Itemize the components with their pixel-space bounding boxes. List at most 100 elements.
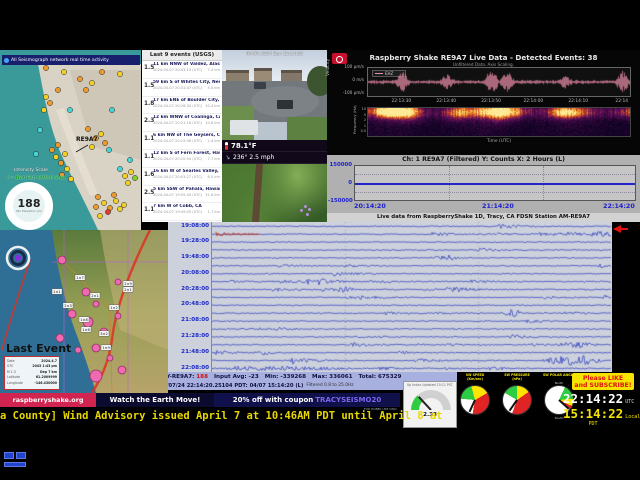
counts-chart-panel: Ch: 1 RE9A7 (Filtered) Y: Counts X: 2 Ho… [327, 155, 640, 222]
wind-value: 236° 2.5 mph [233, 154, 275, 161]
event-depth: 7.7 km [207, 156, 220, 161]
earthquake-marker [41, 107, 47, 113]
tagline-banner: Watch the Earth Move! [96, 393, 214, 407]
quake-cluster-marker [57, 255, 67, 265]
network-icon [4, 57, 9, 63]
event-main: 5 km SSW of Pāhala, Hawaii 2024-04-07 19:… [153, 187, 220, 203]
status-min: Min: -339268 [264, 373, 307, 380]
earthquake-marker [99, 69, 105, 75]
frequency-tick: 5 [363, 112, 366, 117]
weather-strip: 78.1°F → 236° 2.5 mph [222, 140, 327, 164]
event-row: 1.6 16 km W of Searles Valley, CA 2024-04-… [142, 168, 222, 186]
counts-y-tick: 150000 [329, 162, 352, 168]
webcam-timestamp: 04-07-2024 Sun 15:14:20 [246, 52, 303, 57]
earthquake-marker [53, 154, 59, 160]
quake-cluster-marker [91, 343, 101, 353]
earthquake-marker [61, 69, 67, 75]
earthquake-marker [43, 65, 49, 71]
earthquake-marker [105, 209, 111, 215]
status-total: Total: 675329 [358, 373, 402, 380]
event-main: 12 km WNW of Coalinga, CA 2024-04-07 20:2… [153, 115, 220, 131]
status-bar-line2: UTC: 04/07/24 22:14:20.25104 PDT: 04/07 … [140, 381, 403, 390]
earthquake-marker [49, 147, 55, 153]
status-y: Y-RE9A7: 188 [166, 373, 208, 380]
wind-direction-icon: → [223, 153, 232, 162]
time-tick: 22:14 [615, 99, 629, 104]
event-row: 2.3 12 km WNW of Coalinga, CA 2024-04-07 2… [142, 114, 222, 133]
time-tick: 22:14:10 [568, 99, 589, 104]
earthquake-marker [102, 140, 108, 146]
event-depth: 7.4 km [207, 68, 220, 72]
event-depth: 6.5 km [207, 174, 220, 179]
webcam-tree [307, 66, 327, 97]
earthquake-marker [97, 213, 103, 219]
waveform-trace [368, 68, 630, 96]
status-bar-line1: X: 10 Y-RE9A7: 188 Input Avg: -23 Min: -… [140, 372, 457, 381]
velocity-tick: -100 μm/s [342, 90, 364, 95]
helicorder-time-label: 21:28:00 [181, 333, 209, 340]
earthquake-marker [113, 198, 119, 204]
earthquake-marker [64, 166, 70, 172]
earthquake-marker [121, 202, 127, 208]
subscribe-line1: Please LIKE [582, 374, 624, 382]
temperature-value: 78.1°F [231, 141, 257, 150]
earthquake-marker [117, 71, 123, 77]
event-row: 1.112 km S of Fern Forest, Hawaii2024-04… [142, 150, 222, 168]
station-bullseye-icon [5, 245, 31, 271]
quake-cluster-marker [117, 365, 127, 375]
earthquake-marker [85, 126, 91, 132]
earthquake-marker [111, 192, 117, 198]
counts-x-tick: 20:14:20 [354, 202, 386, 210]
cluster-count-label: 2×9 [124, 282, 132, 286]
last-event-key: Longitude [7, 380, 23, 385]
satellite-map-panel: 1×7 2×1 1×1 2×3 1×8 1×6 1×2 3×2 1×9 2×9 2×1 Last E… [0, 230, 168, 393]
tree-trunk [251, 164, 263, 222]
quake-cluster-marker [114, 278, 122, 286]
earthquake-marker [127, 157, 133, 163]
cluster-count-label: 2×1 [124, 288, 132, 292]
event-magnitude: 1.5 [144, 82, 155, 89]
kp-index-header: Kp Index Updated 15:11 PST [407, 383, 453, 387]
helicorder-time-label: 21:08:00 [181, 317, 209, 324]
event-magnitude: 2.3 [144, 118, 155, 125]
frequency-axis-label: Frequency (Hz) [352, 105, 357, 134]
cluster-count-label: 2×1 [91, 294, 99, 298]
event-meta: 2024-04-07 20:43:13 (UTC) 7.4 km [153, 68, 220, 73]
webcam-car [276, 100, 294, 110]
helicorder-time-label: 19:08:00 [181, 222, 209, 229]
event-meta: 2024-04-07 20:15:56 (UTC) 2.4 km [153, 139, 220, 144]
utc-clock: 22:14:22 [563, 391, 624, 406]
event-time: 2024-04-07 20:26:34 (UTC) [153, 103, 203, 108]
event-time: 2024-04-07 20:03:27 (UTC) [153, 174, 203, 179]
intensity-scale-label: Intensity Scale [14, 168, 48, 173]
event-main: 11 km NNW of Valdez, Alaska 2024-04-07 20… [153, 62, 220, 78]
raspberryshake-org-banner: raspberryshake.org [0, 393, 96, 407]
event-row: 1.817 km ENE of Boulder City, Nev...2024… [142, 97, 222, 115]
status-input-avg: Input Avg: -23 [213, 373, 259, 380]
spectrogram-image [368, 108, 630, 136]
last-event-row: Longitude -146.430000 [7, 381, 57, 387]
counts-chart-title: Ch: 1 RE9A7 (Filtered) Y: Counts X: 2 Ho… [402, 156, 565, 163]
cluster-count-label: 1×2 [110, 306, 118, 310]
earthquake-marker [58, 160, 64, 166]
solar-gauge-label: SW SPEED (Km/sec) [465, 373, 485, 381]
helicorder-traces [212, 222, 612, 372]
helicorder-time-label: 20:48:00 [181, 301, 209, 308]
event-time: 2024-04-07 20:15:56 (UTC) [153, 139, 203, 144]
ring-gauge: 188 Stn Elevation (m) [5, 182, 53, 230]
event-main: 12 km S of Fern Forest, Hawaii2024-04-07… [153, 151, 220, 167]
event-meta: 2024-04-07 20:21:18 (UTC) 10.6 km [153, 121, 220, 126]
earthquake-marker [67, 107, 73, 113]
garden-cam-panel [222, 164, 327, 222]
event-depth: 10.4 km [205, 103, 220, 108]
gridline [355, 192, 635, 193]
earthquake-marker [109, 107, 115, 113]
earthquake-marker [89, 144, 95, 150]
quake-cluster-marker [55, 333, 65, 343]
event-main: 6 km NW of The Geysers, CA 2024-04-07 20:… [153, 133, 220, 149]
cluster-count-label: 2×3 [64, 304, 72, 308]
quake-cluster-marker [74, 346, 82, 354]
cluster-count-label: 1×1 [53, 290, 61, 294]
event-meta: 2024-04-07 20:10:54 (UTC) 7.7 km [153, 157, 220, 162]
event-row: 1.559 km S of Whites City, New M...2024-… [142, 79, 222, 97]
